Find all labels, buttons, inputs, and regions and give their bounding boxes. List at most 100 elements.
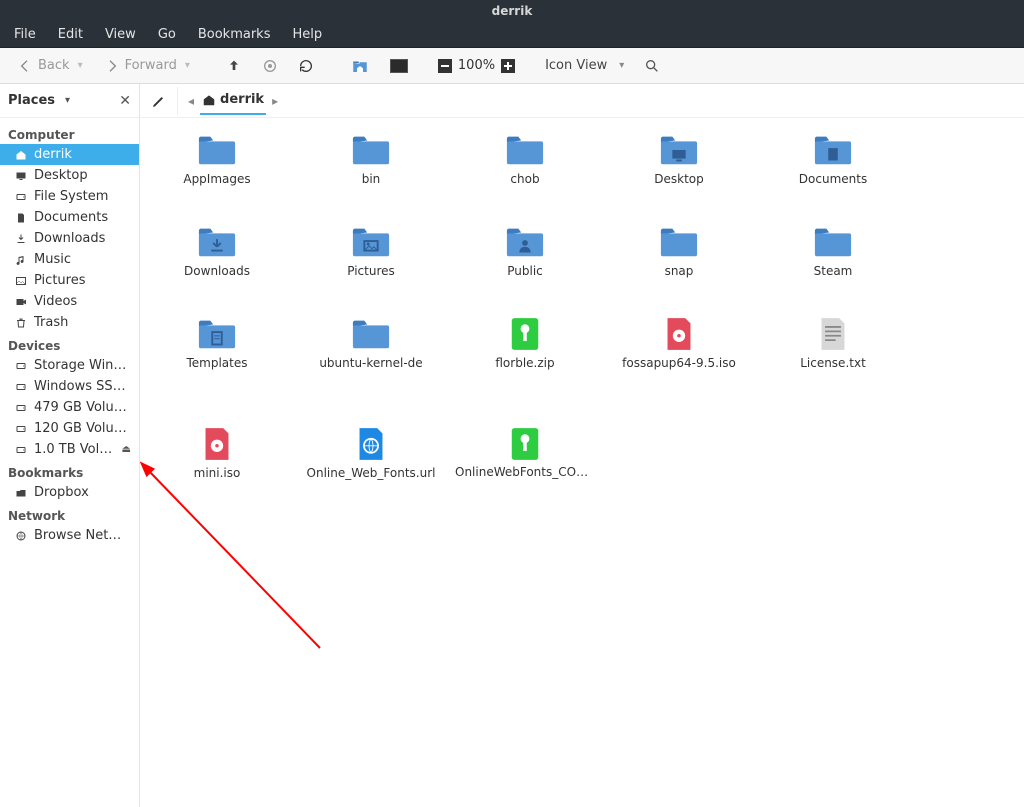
- content-pane[interactable]: AppImages bin chob Desktop Documents Download…: [140, 118, 1024, 807]
- item-label: Desktop: [654, 172, 704, 186]
- stop-button[interactable]: [256, 54, 284, 78]
- item-label: AppImages: [183, 172, 250, 186]
- zoom-level: 100%: [458, 58, 495, 73]
- file-item[interactable]: OnlineWebFonts_COb67c77cd5bca8cd8.108b19…: [448, 426, 602, 536]
- zoom-controls: 100%: [438, 58, 515, 73]
- zoom-out-button[interactable]: [438, 59, 452, 73]
- videos-icon: [14, 295, 28, 309]
- view-mode-selector[interactable]: Icon View: [539, 56, 630, 75]
- folder-item[interactable]: AppImages: [140, 132, 294, 224]
- item-label: chob: [510, 172, 539, 186]
- sidebar-item-device-ejectable[interactable]: 1.0 TB Volu...⏏: [0, 439, 139, 460]
- zoom-in-button[interactable]: [501, 59, 515, 73]
- breadcrumb-fwd-icon[interactable]: ▸: [272, 94, 278, 108]
- file-icon: [505, 426, 545, 462]
- sidebar-header-bookmarks: Bookmarks: [0, 460, 139, 482]
- folder-icon: [197, 316, 237, 352]
- stop-icon: [262, 58, 278, 74]
- folder-item[interactable]: Templates: [140, 316, 294, 408]
- disk-icon: [14, 359, 28, 373]
- places-close-button[interactable]: ✕: [119, 93, 131, 109]
- sidebar-item-downloads[interactable]: Downloads: [0, 228, 139, 249]
- sidebar-item-browse-network[interactable]: Browse Network: [0, 525, 139, 546]
- sidebar-header-devices: Devices: [0, 333, 139, 355]
- item-label: bin: [362, 172, 381, 186]
- menu-edit[interactable]: Edit: [48, 23, 93, 46]
- menu-go[interactable]: Go: [148, 23, 186, 46]
- sidebar-item-home[interactable]: derrik: [0, 144, 139, 165]
- item-label: Online_Web_Fonts.url: [307, 466, 436, 480]
- menu-view[interactable]: View: [95, 23, 146, 46]
- network-icon: [14, 529, 28, 543]
- disk-icon: [14, 190, 28, 204]
- forward-label: Forward: [125, 58, 177, 73]
- forward-dropdown-icon[interactable]: ▾: [185, 60, 190, 71]
- item-label: mini.iso: [194, 466, 241, 480]
- sidebar-item-device[interactable]: 479 GB Volume: [0, 397, 139, 418]
- menu-bar: File Edit View Go Bookmarks Help: [0, 22, 1024, 48]
- file-icon: [813, 316, 853, 352]
- sidebar-item-trash[interactable]: Trash: [0, 312, 139, 333]
- pictures-icon: [14, 274, 28, 288]
- folder-icon: [505, 132, 545, 168]
- breadcrumb-label: derrik: [220, 92, 264, 107]
- file-item[interactable]: mini.iso: [140, 426, 294, 536]
- desktop-icon: [14, 169, 28, 183]
- up-icon: [226, 58, 242, 74]
- sidebar-item-pictures[interactable]: Pictures: [0, 270, 139, 291]
- folder-icon: [351, 132, 391, 168]
- sidebar: Computer derrik Desktop File System Docu…: [0, 118, 140, 807]
- home-icon: [202, 93, 216, 107]
- breadcrumb-back-icon[interactable]: ◂: [188, 94, 194, 108]
- sidebar-item-videos[interactable]: Videos: [0, 291, 139, 312]
- breadcrumb-home-segment[interactable]: derrik: [200, 86, 266, 115]
- file-item[interactable]: fossapup64-9.5.iso: [602, 316, 756, 426]
- folder-item[interactable]: ubuntu-kernel-de: [294, 316, 448, 408]
- disk-icon: [14, 443, 28, 457]
- folder-item[interactable]: Pictures: [294, 224, 448, 316]
- folder-item[interactable]: Downloads: [140, 224, 294, 316]
- file-item[interactable]: License.txt: [756, 316, 910, 426]
- folder-item[interactable]: Documents: [756, 132, 910, 224]
- folder-item[interactable]: Steam: [756, 224, 910, 316]
- file-item[interactable]: florble.zip: [448, 316, 602, 426]
- folder-item[interactable]: bin: [294, 132, 448, 224]
- forward-icon: [103, 57, 121, 75]
- sidebar-item-music[interactable]: Music: [0, 249, 139, 270]
- eject-icon[interactable]: ⏏: [122, 444, 131, 455]
- back-button[interactable]: Back ▾: [10, 53, 89, 79]
- folder-item[interactable]: chob: [448, 132, 602, 224]
- trash-icon: [14, 316, 28, 330]
- terminal-button[interactable]: [384, 55, 414, 77]
- folder-item[interactable]: snap: [602, 224, 756, 316]
- edit-path-button[interactable]: [150, 87, 178, 115]
- home-button[interactable]: [344, 53, 376, 79]
- back-dropdown-icon[interactable]: ▾: [78, 60, 83, 71]
- sidebar-item-desktop[interactable]: Desktop: [0, 165, 139, 186]
- places-dropdown-icon[interactable]: ▾: [65, 95, 70, 106]
- sidebar-item-dropbox[interactable]: Dropbox: [0, 482, 139, 503]
- icon-grid: AppImages bin chob Desktop Documents Download…: [140, 132, 1024, 536]
- sidebar-item-filesystem[interactable]: File System: [0, 186, 139, 207]
- forward-button[interactable]: Forward ▾: [97, 53, 196, 79]
- item-label: Downloads: [184, 264, 250, 278]
- window-title: derrik: [8, 4, 1016, 18]
- reload-icon: [298, 58, 314, 74]
- folder-item[interactable]: Public: [448, 224, 602, 316]
- folder-icon: [659, 224, 699, 260]
- sidebar-item-documents[interactable]: Documents: [0, 207, 139, 228]
- item-label: License.txt: [800, 356, 866, 370]
- search-button[interactable]: [638, 54, 666, 78]
- sidebar-item-device[interactable]: Storage Windows: [0, 355, 139, 376]
- menu-file[interactable]: File: [4, 23, 46, 46]
- sidebar-item-device[interactable]: 120 GB Volume: [0, 418, 139, 439]
- sidebar-item-device[interactable]: Windows SSD sto...: [0, 376, 139, 397]
- folder-item[interactable]: Desktop: [602, 132, 756, 224]
- file-icon: [659, 316, 699, 352]
- menu-bookmarks[interactable]: Bookmarks: [188, 23, 281, 46]
- menu-help[interactable]: Help: [282, 23, 332, 46]
- reload-button[interactable]: [292, 54, 320, 78]
- up-button[interactable]: [220, 54, 248, 78]
- file-item[interactable]: Online_Web_Fonts.url: [294, 426, 448, 536]
- folder-icon: [197, 132, 237, 168]
